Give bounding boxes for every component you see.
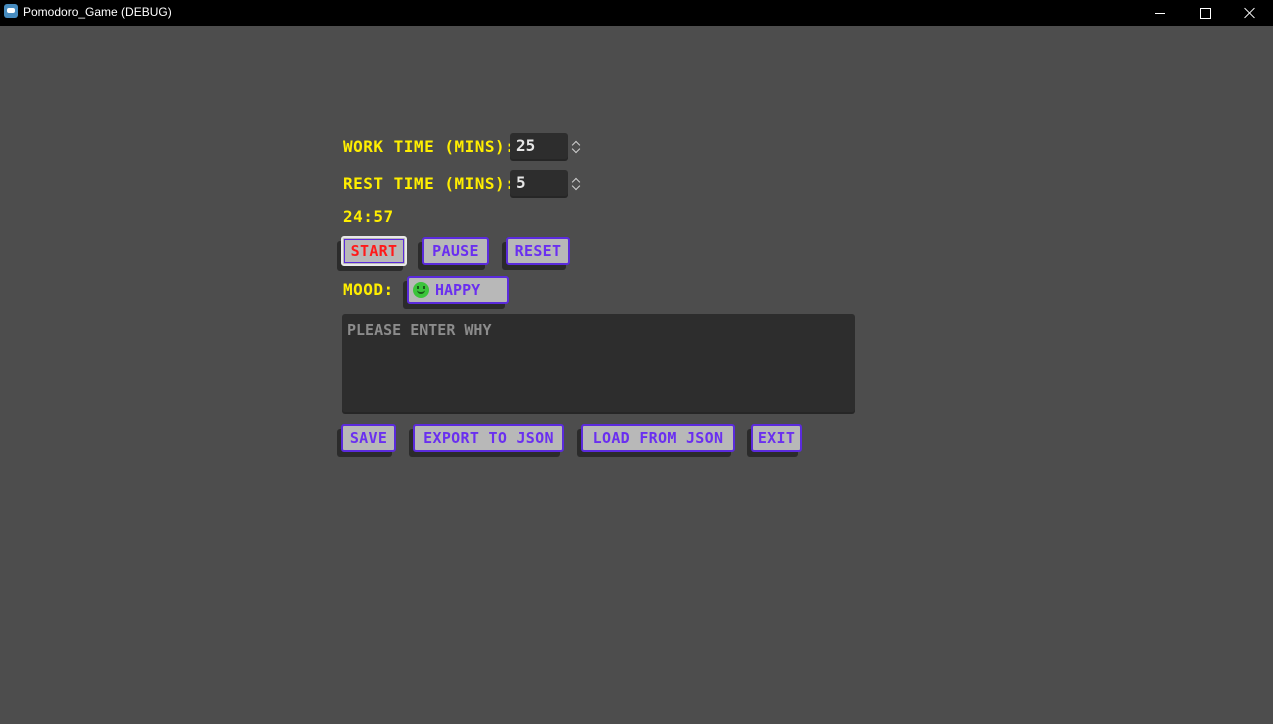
- reason-text-area[interactable]: PLEASE ENTER WHY: [342, 314, 855, 412]
- mood-dropdown[interactable]: HAPPY: [407, 276, 509, 304]
- rest-time-value[interactable]: 5: [516, 173, 526, 192]
- smiley-icon: [413, 282, 429, 298]
- work-time-spinbox[interactable]: 25: [510, 133, 568, 159]
- rest-time-spinbox[interactable]: 5: [510, 170, 568, 196]
- timer-display: 24:57: [343, 207, 394, 226]
- pause-button[interactable]: PAUSE: [422, 237, 489, 265]
- window-title: Pomodoro_Game (DEBUG): [23, 5, 172, 19]
- maximize-button[interactable]: [1182, 0, 1228, 26]
- maximize-icon: [1199, 7, 1211, 19]
- rest-time-label: REST TIME (MINS):: [343, 174, 516, 193]
- mood-label: MOOD:: [343, 280, 394, 299]
- reset-button[interactable]: RESET: [506, 237, 570, 265]
- load-from-json-button[interactable]: LOAD FROM JSON: [581, 424, 735, 452]
- minimize-icon: [1155, 12, 1165, 14]
- save-button[interactable]: SAVE: [341, 424, 396, 452]
- reason-placeholder: PLEASE ENTER WHY: [347, 321, 492, 339]
- start-button[interactable]: START: [341, 236, 407, 266]
- exit-button[interactable]: EXIT: [751, 424, 802, 452]
- title-bar: Pomodoro_Game (DEBUG): [0, 0, 1273, 26]
- minimize-button[interactable]: [1137, 0, 1183, 26]
- close-button[interactable]: [1227, 0, 1273, 26]
- work-time-label: WORK TIME (MINS):: [343, 137, 516, 156]
- mood-selected-value: HAPPY: [435, 281, 481, 299]
- godot-app-icon: [4, 4, 18, 18]
- work-time-value[interactable]: 25: [516, 136, 535, 155]
- rest-time-stepper[interactable]: [571, 175, 583, 193]
- close-icon: [1244, 7, 1256, 19]
- work-time-stepper[interactable]: [571, 138, 583, 156]
- export-to-json-button[interactable]: EXPORT TO JSON: [413, 424, 564, 452]
